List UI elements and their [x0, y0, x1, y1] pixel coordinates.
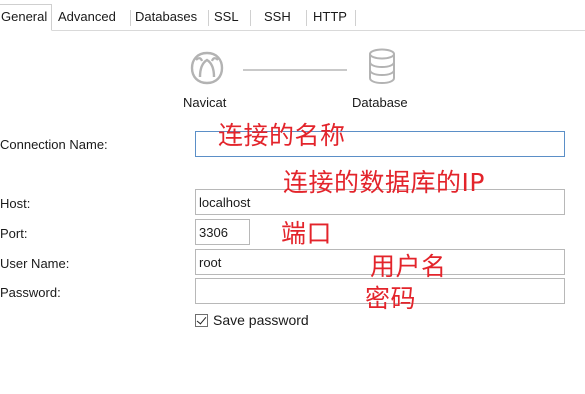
password-label: Password: [0, 285, 61, 300]
database-icon [369, 48, 395, 85]
tab-separator [250, 10, 251, 26]
save-password-checkbox[interactable] [195, 314, 208, 327]
navicat-label: Navicat [183, 95, 227, 110]
annotation-user-name: 用户名 [370, 252, 447, 281]
annotation-port: 端口 [281, 219, 333, 248]
tab-ssl[interactable]: SSL [210, 7, 243, 29]
tab-http[interactable]: HTTP [309, 7, 351, 29]
host-label: Host: [0, 196, 31, 211]
checkmark-icon [196, 314, 207, 325]
connection-line [243, 69, 347, 71]
annotation-host: 连接的数据库的IP [283, 168, 485, 197]
navicat-logo-icon [190, 51, 224, 85]
connection-name-label: Connection Name: [0, 137, 108, 152]
database-label: Database [352, 95, 408, 110]
save-password-label[interactable]: Save password [213, 312, 309, 328]
port-input[interactable] [195, 219, 250, 245]
tab-separator [306, 10, 307, 26]
port-label: Port: [0, 226, 28, 241]
tab-advanced[interactable]: Advanced [54, 7, 120, 29]
tab-separator [208, 10, 209, 26]
annotation-connection-name: 连接的名称 [218, 121, 346, 150]
tab-separator [355, 10, 356, 26]
tab-ssh[interactable]: SSH [260, 7, 295, 29]
tab-databases[interactable]: Databases [131, 7, 201, 29]
user-name-label: User Name: [0, 256, 70, 271]
annotation-password: 密码 [365, 284, 417, 313]
tab-bar: General Advanced Databases SSL SSH HTTP [0, 0, 585, 31]
tab-general[interactable]: General [0, 4, 53, 31]
